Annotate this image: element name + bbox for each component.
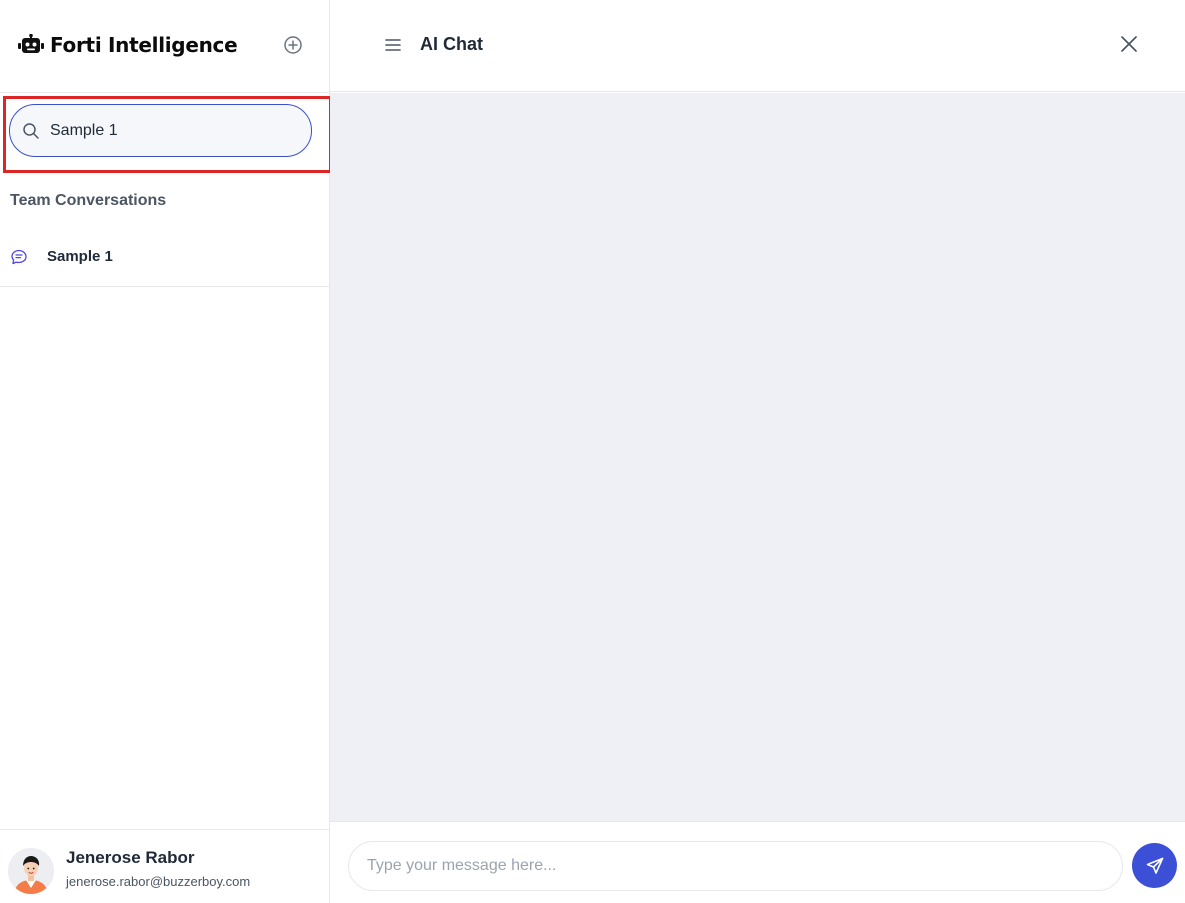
conversation-item[interactable]: Sample 1: [0, 236, 329, 287]
page-title: AI Chat: [420, 34, 483, 54]
message-input[interactable]: [348, 841, 1123, 891]
chat-messages-area: [330, 93, 1185, 821]
section-title-team-conversations: Team Conversations: [10, 192, 167, 209]
profile-email: jenerose.rabor@buzzerboy.com: [66, 874, 251, 889]
robot-icon: [18, 34, 44, 53]
send-button[interactable]: [1132, 843, 1177, 888]
brand-title: Forti Intelligence: [50, 33, 238, 57]
avatar-illustration: [8, 848, 54, 894]
search-box[interactable]: [9, 104, 312, 157]
brand: Forti Intelligence: [18, 30, 238, 60]
chat-bubble-icon: [11, 249, 27, 265]
send-icon: [1146, 857, 1163, 874]
message-composer: [330, 821, 1185, 903]
close-icon[interactable]: [1119, 34, 1139, 54]
conversation-label: Sample 1: [47, 248, 113, 265]
search-icon: [23, 122, 39, 139]
user-profile[interactable]: Jenerose Rabor jenerose.rabor@buzzerboy.…: [0, 829, 329, 903]
chat-header: AI Chat: [330, 0, 1185, 92]
search-input[interactable]: [50, 121, 290, 140]
profile-name: Jenerose Rabor: [66, 848, 195, 867]
avatar: [8, 848, 54, 894]
sidebar: Forti Intelligence Team Conversations Sa…: [0, 0, 332, 903]
sidebar-divider: [0, 92, 329, 93]
main-panel: AI Chat: [330, 0, 1185, 903]
plus-circle-icon[interactable]: [282, 34, 304, 56]
hamburger-menu-icon[interactable]: [384, 36, 402, 54]
